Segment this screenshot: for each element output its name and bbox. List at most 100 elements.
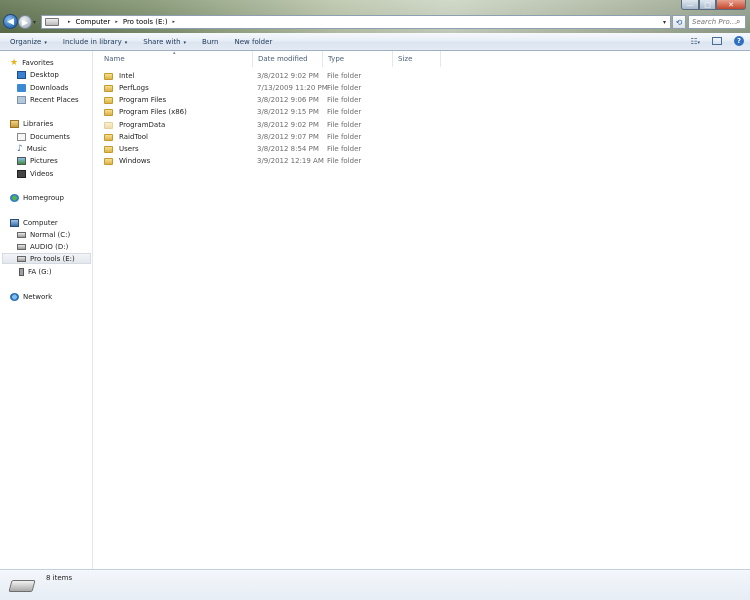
- file-name-cell: ProgramData: [104, 119, 165, 131]
- minimize-button[interactable]: —: [681, 0, 699, 10]
- music-icon: ♪: [17, 143, 23, 154]
- hard-drive-icon: [8, 580, 36, 592]
- sidebar-item-label: Computer: [23, 218, 58, 227]
- back-arrow-icon: ◀: [7, 16, 14, 27]
- table-row[interactable]: RaidTool 3/8/2012 9:07 PM File folder: [100, 131, 740, 143]
- sidebar-item-label: Downloads: [30, 83, 69, 92]
- column-header-date-modified[interactable]: Date modified: [253, 51, 323, 67]
- sidebar-item-homegroup[interactable]: Homegroup: [10, 192, 64, 203]
- file-name-cell: Users: [104, 143, 139, 155]
- table-row[interactable]: Users 3/8/2012 8:54 PM File folder: [100, 143, 740, 155]
- help-icon[interactable]: ?: [734, 36, 744, 46]
- date-modified-cell: 3/8/2012 9:07 PM: [257, 133, 319, 141]
- sidebar-item-videos[interactable]: Videos: [17, 168, 53, 179]
- sidebar-item-label: Music: [26, 144, 47, 153]
- table-row[interactable]: PerfLogs 7/13/2009 11:20 PM File folder: [100, 82, 740, 94]
- sidebar-item-pictures[interactable]: Pictures: [17, 155, 58, 166]
- sidebar-item-network[interactable]: Network: [10, 291, 52, 302]
- homegroup-icon: [10, 193, 19, 202]
- sidebar-item-label: Libraries: [23, 119, 54, 128]
- hard-drive-icon: [17, 231, 26, 238]
- table-row[interactable]: Windows 3/9/2012 12:19 AM File folder: [100, 155, 740, 167]
- sidebar-item-music[interactable]: ♪ Music: [17, 143, 47, 154]
- sidebar-item-libraries[interactable]: Libraries: [10, 118, 53, 129]
- file-name-cell: Intel: [104, 70, 135, 82]
- recent-pages-dropdown[interactable]: ▾: [33, 19, 36, 26]
- change-view-button[interactable]: ☷▾: [690, 37, 700, 46]
- sidebar-item-normal-c[interactable]: Normal (C:): [17, 229, 70, 240]
- date-modified-cell: 3/8/2012 9:02 PM: [257, 72, 319, 80]
- file-name: PerfLogs: [119, 84, 149, 92]
- window-controls: — □ ✕: [681, 0, 746, 10]
- sidebar-item-computer[interactable]: Computer: [10, 217, 58, 228]
- breadcrumb-separator[interactable]: ▸: [115, 19, 118, 25]
- type-cell: File folder: [327, 84, 362, 92]
- breadcrumb-separator[interactable]: ▸: [173, 19, 176, 25]
- folder-icon: [104, 133, 113, 141]
- file-name: Users: [119, 145, 139, 153]
- back-button[interactable]: ◀: [3, 14, 18, 29]
- share-with-button[interactable]: Share with ▾: [143, 38, 186, 46]
- search-input[interactable]: [692, 18, 736, 26]
- column-header-name[interactable]: Name: [99, 51, 253, 67]
- table-row[interactable]: Program Files 3/8/2012 9:06 PM File fold…: [100, 94, 740, 106]
- preview-pane-button[interactable]: [712, 37, 722, 45]
- sidebar-item-downloads[interactable]: Downloads: [17, 82, 68, 93]
- sidebar-item-recent-places[interactable]: Recent Places: [17, 94, 79, 105]
- include-in-library-label: Include in library: [62, 37, 122, 46]
- folder-icon: [104, 145, 113, 153]
- maximize-button[interactable]: □: [699, 0, 716, 10]
- breadcrumb-separator[interactable]: ▸: [68, 19, 71, 25]
- forward-arrow-icon: ▶: [21, 17, 29, 27]
- file-name: Program Files: [119, 96, 167, 104]
- address-dropdown[interactable]: ▾: [663, 19, 666, 26]
- search-box[interactable]: ⌕: [688, 15, 746, 29]
- sidebar-item-label: Network: [23, 292, 53, 301]
- sidebar-item-favorites[interactable]: ★ Favorites: [10, 57, 54, 68]
- share-with-label: Share with: [143, 37, 181, 46]
- organize-label: Organize: [10, 37, 42, 46]
- chevron-down-icon: ▾: [124, 39, 128, 46]
- sidebar-item-fa-g[interactable]: FA (G:): [19, 266, 52, 277]
- organize-button[interactable]: Organize ▾: [10, 38, 47, 46]
- file-name: ProgramData: [119, 121, 166, 129]
- navigation-pane: ★ Favorites Desktop Downloads Recent Plac…: [0, 51, 93, 569]
- hard-drive-icon: [17, 243, 26, 250]
- documents-icon: [17, 132, 26, 141]
- include-in-library-button[interactable]: Include in library ▾: [63, 38, 127, 46]
- date-modified-cell: 7/13/2009 11:20 PM: [257, 84, 328, 92]
- refresh-button[interactable]: ⟲: [672, 15, 686, 29]
- table-row[interactable]: ProgramData 3/8/2012 9:02 PM File folder: [100, 119, 740, 131]
- sidebar-item-audio-d[interactable]: AUDIO (D:): [17, 241, 68, 252]
- type-cell: File folder: [327, 108, 362, 116]
- sidebar-item-pro-tools-e[interactable]: Pro tools (E:): [2, 253, 91, 264]
- sidebar-item-label: Favorites: [22, 58, 54, 67]
- file-name: Windows: [119, 157, 151, 165]
- recent-places-icon: [17, 95, 26, 104]
- sidebar-item-documents[interactable]: Documents: [17, 131, 70, 142]
- table-row[interactable]: Intel 3/8/2012 9:02 PM File folder: [100, 70, 740, 82]
- forward-button[interactable]: ▶: [18, 15, 32, 29]
- column-header-type[interactable]: Type: [323, 51, 393, 67]
- close-button[interactable]: ✕: [716, 0, 746, 10]
- file-name-cell: RaidTool: [104, 131, 148, 143]
- breadcrumb-computer[interactable]: Computer: [76, 18, 111, 26]
- burn-button[interactable]: Burn: [202, 38, 218, 46]
- desktop-icon: [17, 70, 26, 79]
- breadcrumb-pro-tools[interactable]: Pro tools (E:): [123, 18, 168, 26]
- date-modified-cell: 3/8/2012 9:02 PM: [257, 121, 319, 129]
- folder-icon: [104, 108, 113, 116]
- search-icon: ⌕: [736, 17, 741, 26]
- type-cell: File folder: [327, 133, 362, 141]
- file-name-cell: Windows: [104, 155, 150, 167]
- item-count: 8 items: [46, 574, 73, 582]
- new-folder-button[interactable]: New folder: [234, 38, 272, 46]
- file-name-cell: Program Files (x86): [104, 106, 187, 118]
- title-bar: — □ ✕ ◀ ▶ ▾ ▸ Computer ▸ Pro tools (E:) …: [0, 0, 750, 33]
- table-row[interactable]: Program Files (x86) 3/8/2012 9:15 PM Fil…: [100, 106, 740, 118]
- sidebar-item-desktop[interactable]: Desktop: [17, 69, 59, 80]
- computer-drive-icon: [45, 18, 59, 26]
- view-controls: ☷▾ ?: [690, 36, 744, 46]
- column-header-size[interactable]: Size: [393, 51, 441, 67]
- address-bar[interactable]: ▸ Computer ▸ Pro tools (E:) ▸ ▾: [41, 15, 671, 29]
